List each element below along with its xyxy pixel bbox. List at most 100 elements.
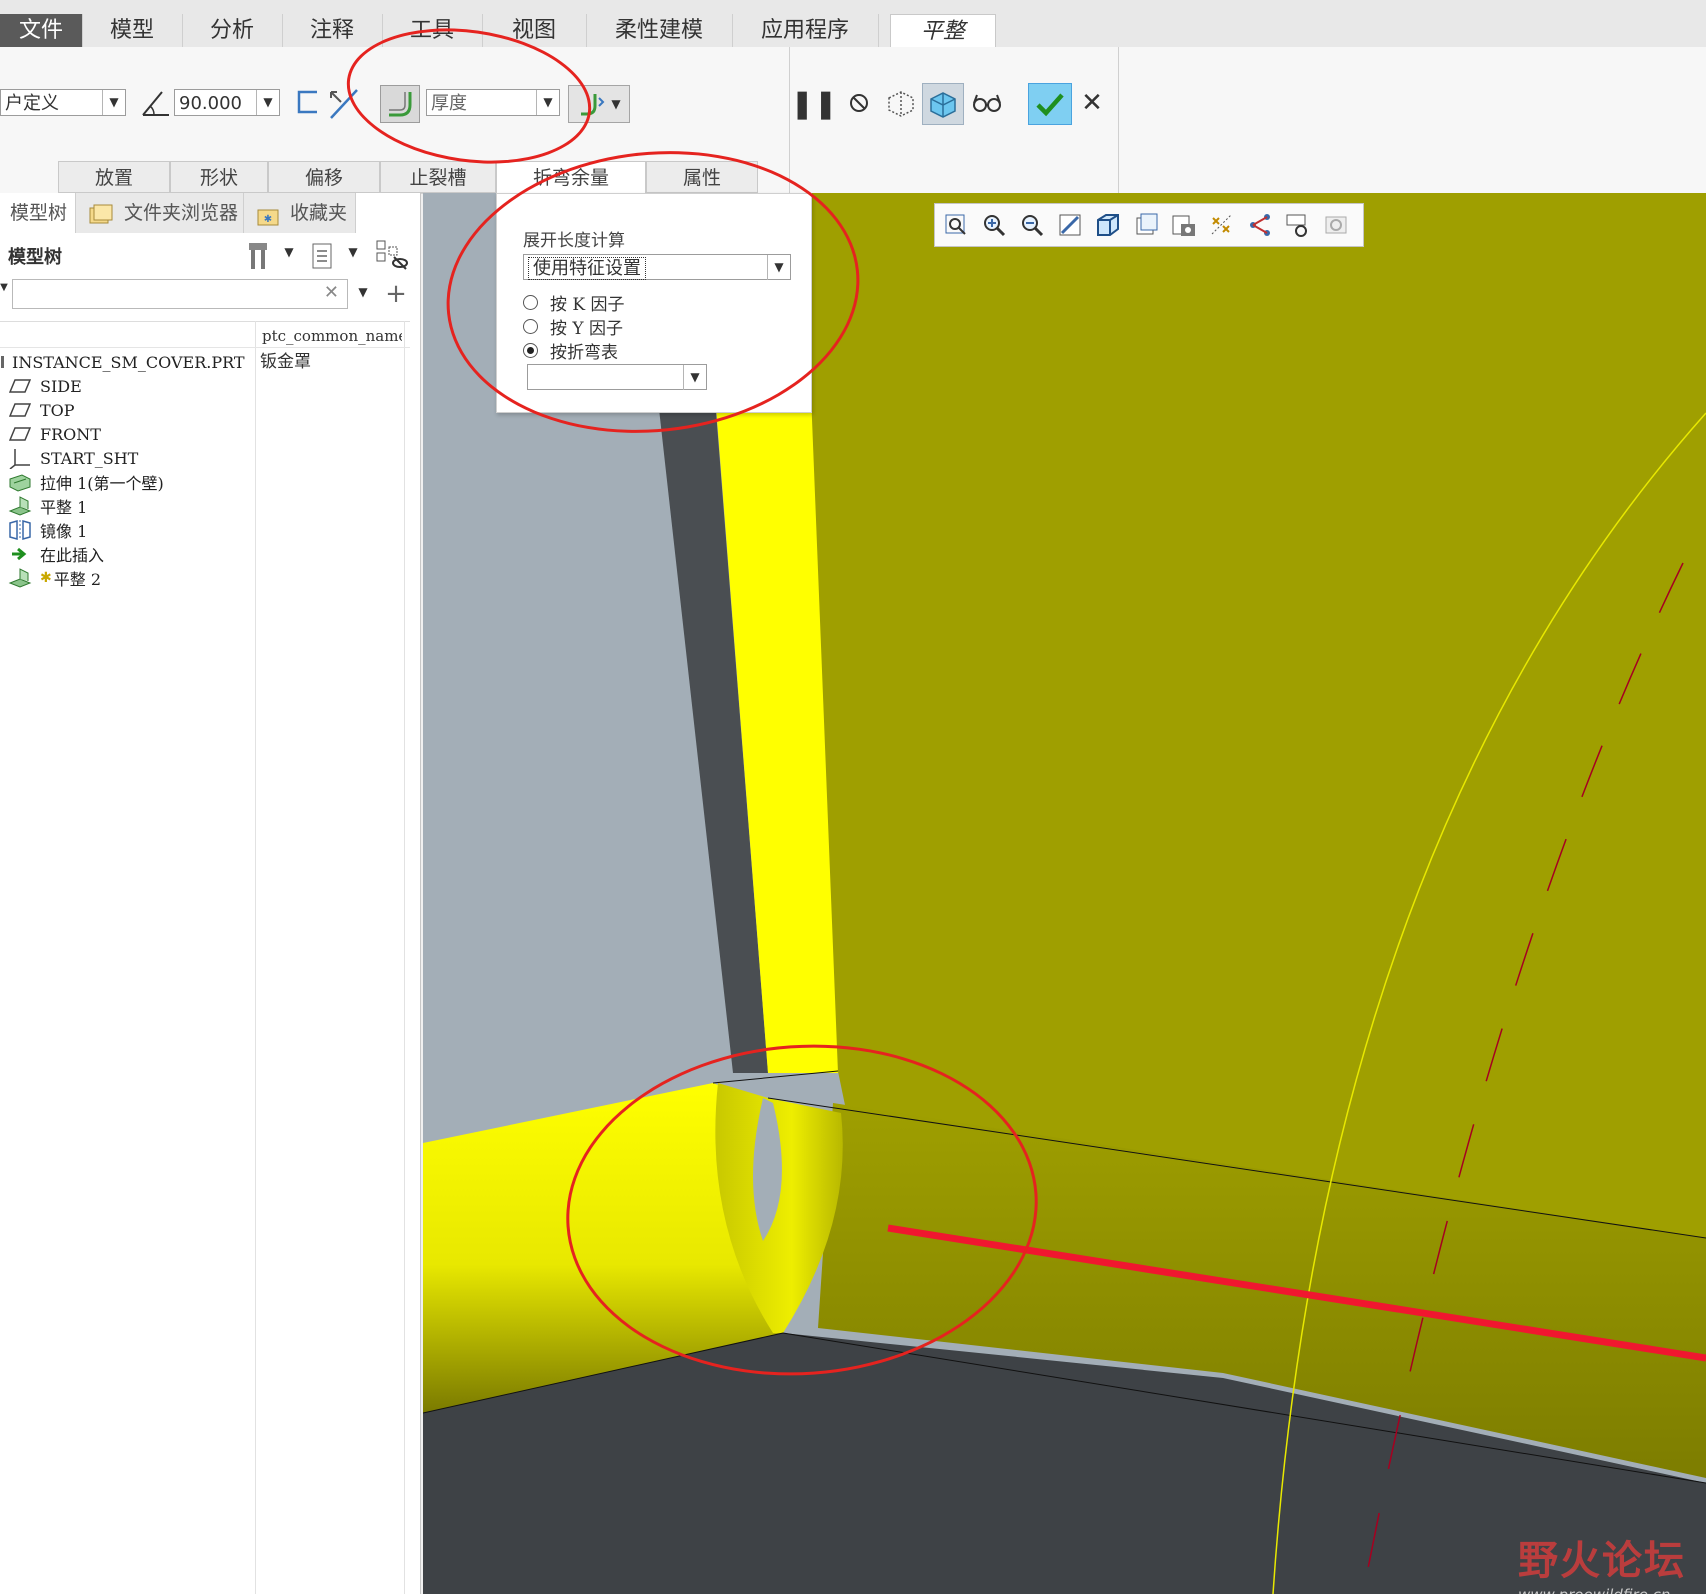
- refit-icon[interactable]: [943, 212, 969, 238]
- chevron-down-icon[interactable]: ▼: [767, 255, 790, 280]
- subtab-placement[interactable]: 放置: [58, 161, 170, 193]
- bend-table-combo[interactable]: ▼: [527, 364, 707, 390]
- tree-item-label: 平整 1: [40, 498, 88, 517]
- column-divider: [404, 321, 405, 1594]
- column-header[interactable]: ptc_common_name: [262, 327, 402, 345]
- subtab-properties[interactable]: 属性: [646, 161, 758, 193]
- verify-preview-icon[interactable]: [922, 83, 964, 125]
- flip-dimension-icon[interactable]: [326, 87, 360, 121]
- thickness-combo[interactable]: 厚度 ▼: [426, 89, 560, 116]
- add-icon[interactable]: +: [382, 279, 410, 309]
- tree-item[interactable]: 拉伸 1(第一个壁): [8, 470, 164, 494]
- tree-item[interactable]: SIDE: [8, 374, 82, 398]
- tree-item[interactable]: 镜像 1: [8, 518, 87, 542]
- tab-model-tree[interactable]: 模型树: [0, 193, 76, 233]
- svg-text:✱: ✱: [264, 214, 272, 225]
- tree-filter-icon[interactable]: [374, 237, 410, 273]
- tab-favorites[interactable]: ✱ 收藏夹: [244, 193, 356, 233]
- tree-settings-icon[interactable]: [244, 239, 274, 273]
- tab-model[interactable]: 模型: [82, 14, 183, 47]
- tree-item[interactable]: ✱ 平整 2: [8, 566, 101, 590]
- csys-icon: [8, 448, 32, 469]
- chevron-down-icon[interactable]: ▼: [0, 282, 8, 293]
- model-tree-panel: 模型树 文件夹浏览器 ✱ 收藏夹 模型树 ▼ ▼ ▼ ✕ ▼ + ptc_com…: [0, 193, 421, 1594]
- radio-button[interactable]: [523, 295, 538, 310]
- chevron-down-icon[interactable]: ▼: [346, 245, 360, 259]
- radio-button-selected[interactable]: [523, 343, 538, 358]
- column-divider: [255, 321, 256, 1594]
- bend-side-icon[interactable]: ▼: [568, 85, 630, 123]
- glasses-icon[interactable]: [970, 87, 1004, 119]
- tab-flexible-modeling[interactable]: 柔性建模: [586, 14, 733, 47]
- radio-button[interactable]: [523, 319, 538, 334]
- tree-item[interactable]: TOP: [8, 398, 75, 422]
- tab-favorites-label: 收藏夹: [290, 202, 348, 224]
- bend-radius-icon[interactable]: [380, 85, 420, 123]
- chevron-down-icon[interactable]: ▼: [356, 285, 370, 299]
- annotation-display-icon[interactable]: [1285, 212, 1311, 238]
- subtab-bend-allowance[interactable]: 折弯余量: [496, 161, 646, 193]
- mirror-icon: [8, 520, 32, 540]
- tab-file[interactable]: 文件: [0, 14, 83, 47]
- extrude-icon: [8, 472, 32, 492]
- chevron-down-icon[interactable]: ▼: [536, 90, 559, 115]
- tab-flat[interactable]: 平整: [890, 14, 996, 48]
- folder-icon: [88, 201, 114, 225]
- radio-y-factor[interactable]: 按 Y 因子: [523, 314, 623, 339]
- divider: [0, 321, 410, 322]
- zoom-out-icon[interactable]: [1019, 212, 1045, 238]
- saved-orientations-icon[interactable]: [1133, 212, 1159, 238]
- chevron-down-icon[interactable]: ▼: [683, 365, 706, 390]
- tree-item-label: 镜像 1: [40, 522, 88, 541]
- developed-length-combo[interactable]: 使用特征设置 ▼: [523, 254, 791, 280]
- clear-icon[interactable]: ✕: [324, 282, 339, 303]
- chevron-down-icon[interactable]: ▼: [611, 97, 620, 111]
- subtab-shape[interactable]: 形状: [170, 161, 268, 193]
- chevron-down-icon[interactable]: ▼: [102, 90, 125, 115]
- tab-folder-browser-label: 文件夹浏览器: [124, 202, 239, 224]
- tree-item[interactable]: 平整 1: [8, 494, 87, 518]
- view-toolbar: [934, 203, 1364, 247]
- tab-analysis[interactable]: 分析: [182, 14, 283, 47]
- ok-checkmark-icon[interactable]: [1028, 83, 1072, 125]
- ribbon-divider: [789, 47, 790, 193]
- view-manager-icon[interactable]: [1171, 212, 1197, 238]
- tree-item[interactable]: INSTANCE_SM_COVER.PRT: [0, 350, 245, 374]
- datum-display-icon[interactable]: [1209, 212, 1235, 238]
- radio-k-factor[interactable]: 按 K 因子: [523, 290, 625, 315]
- type-combo[interactable]: 户定义 ▼: [0, 89, 126, 116]
- tree-item-label: START_SHT: [40, 448, 139, 468]
- tab-annotate[interactable]: 注释: [282, 14, 383, 47]
- spin-center-icon[interactable]: [1323, 212, 1349, 238]
- tree-item[interactable]: 在此插入: [8, 542, 104, 566]
- new-feature-star-icon: ✱: [40, 570, 52, 586]
- tab-view[interactable]: 视图: [482, 14, 587, 47]
- developed-length-label: 展开长度计算: [523, 231, 625, 251]
- angle-input[interactable]: 90.000 ▼: [174, 89, 280, 116]
- no-preview-icon[interactable]: [844, 87, 874, 119]
- tab-applications[interactable]: 应用程序: [732, 14, 879, 47]
- tree-search-input[interactable]: ✕: [12, 279, 348, 309]
- angle-value: 90.000: [179, 93, 242, 114]
- radio-bend-table[interactable]: 按折弯表: [523, 338, 618, 363]
- separate-preview-icon[interactable]: [884, 85, 918, 121]
- subtab-relief[interactable]: 止裂槽: [380, 161, 496, 193]
- show-columns-icon[interactable]: [308, 239, 336, 273]
- bend-allowance-panel: 展开长度计算 使用特征设置 ▼ 按 K 因子 按 Y 因子 按折弯表 ▼: [496, 193, 812, 413]
- pause-icon[interactable]: ❚❚: [791, 87, 838, 120]
- chevron-down-icon[interactable]: ▼: [282, 245, 296, 259]
- subtab-offset[interactable]: 偏移: [268, 161, 380, 193]
- tab-folder-browser[interactable]: 文件夹浏览器: [76, 193, 244, 233]
- display-style-icon[interactable]: [1095, 212, 1121, 238]
- tree-item-label: 拉伸 1(第一个壁): [40, 474, 164, 493]
- tab-tools[interactable]: 工具: [382, 14, 483, 47]
- chevron-down-icon[interactable]: ▼: [256, 90, 279, 115]
- axis-display-icon[interactable]: [1247, 212, 1273, 238]
- zoom-in-icon[interactable]: [981, 212, 1007, 238]
- tree-item[interactable]: FRONT: [8, 422, 101, 446]
- tree-item-label: 在此插入: [40, 546, 105, 565]
- dimension-side-icon[interactable]: [294, 87, 322, 117]
- repaint-icon[interactable]: [1057, 212, 1083, 238]
- cancel-x-icon[interactable]: ✕: [1078, 87, 1106, 119]
- tree-item[interactable]: START_SHT: [8, 446, 138, 470]
